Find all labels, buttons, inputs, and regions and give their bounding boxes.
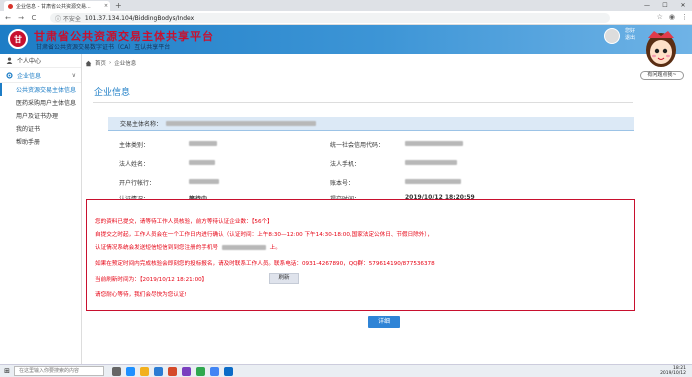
- sidebar-item-my-certificate[interactable]: 我的证书: [0, 122, 81, 135]
- sidebar-section-enterprise[interactable]: 企业信息 ∨: [0, 68, 81, 83]
- browser-tab-bar: 企业信息 - 甘肃省公共资源交易... × + — ☐ ✕: [0, 0, 692, 11]
- type-label: 主体类别：: [119, 142, 150, 149]
- sms-tail: 上。: [269, 245, 281, 251]
- app-icon-3[interactable]: [196, 366, 205, 376]
- user-greeting: 您好: [625, 28, 636, 34]
- tab-close-icon[interactable]: ×: [102, 3, 110, 9]
- bookmark-star-icon[interactable]: ☆: [657, 13, 663, 21]
- file-explorer-icon[interactable]: [140, 366, 149, 376]
- security-indicator[interactable]: ⓘ 不安全: [55, 14, 81, 23]
- os-taskbar: ⊞ 在这里输入你要搜索的内容 18:21 2019/10/12: [0, 364, 692, 377]
- status-message-queue: 您的资料已提交，请等待工作人员核验，前方等待认证企业数：【56个】: [95, 219, 273, 225]
- edge-browser-icon[interactable]: [126, 366, 135, 376]
- status-message-schedule: 自提交之时起，工作人员会在一个工作日内进行确认（认证时间：上午8:30—12:0…: [95, 232, 433, 238]
- help-button[interactable]: 有问题点我~: [640, 71, 684, 80]
- taskbar-search-input[interactable]: 在这里输入你要搜索的内容: [14, 366, 104, 376]
- clock-date: 2019/10/12: [660, 371, 686, 376]
- system-clock[interactable]: 18:21 2019/10/12: [660, 366, 686, 376]
- tab-title: 企业信息 - 甘肃省公共资源交易...: [16, 3, 91, 10]
- account-label: 账本号：: [330, 180, 355, 187]
- maximize-button[interactable]: ☐: [656, 0, 674, 11]
- account-icon[interactable]: ◉: [669, 13, 675, 21]
- sidebar-item-medical-subject[interactable]: 医药采购用户主体信息: [0, 96, 81, 109]
- site-subtitle: 甘肃省公共资源交易数字证书（CA）互认共享平台: [36, 44, 171, 51]
- task-view-icon[interactable]: [112, 366, 121, 376]
- site-header: 甘 甘肃省公共资源交易主体共享平台 甘肃省公共资源交易数字证书（CA）互认共享平…: [0, 25, 692, 54]
- sidebar: 个人中心 企业信息 ∨ 公共资源交易主体信息 医药采购用户主体信息 用户及证书办…: [0, 54, 82, 364]
- site-favicon-icon: [8, 3, 13, 9]
- bank-label: 开户行帐行：: [119, 180, 156, 187]
- app-icon-2[interactable]: [182, 366, 191, 376]
- subject-name-redacted: [166, 121, 317, 126]
- type-value-redacted: [189, 141, 217, 146]
- breadcrumb-home[interactable]: 首页: [95, 59, 106, 67]
- forward-icon[interactable]: →: [17, 14, 25, 22]
- refresh-time-text: 当前刷新时间为：【2019/10/12 18:21:00】: [95, 277, 208, 283]
- user-avatar[interactable]: [604, 28, 620, 44]
- status-message-sms: 认证情况系统会发送短信短信到到您注册的手机号 上。: [95, 243, 281, 251]
- breadcrumb-separator: ›: [109, 60, 112, 66]
- store-icon[interactable]: [154, 366, 163, 376]
- browser-actions: ☆ ◉ ⋮: [657, 13, 688, 21]
- user-menu[interactable]: 您好 退出: [625, 28, 635, 42]
- legal-phone-label: 法人手机：: [330, 161, 361, 168]
- subject-name-label: 交易主体名称：: [120, 121, 163, 128]
- title-divider: [93, 102, 633, 103]
- sidebar-section-label: 企业信息: [17, 72, 42, 80]
- browser-tab[interactable]: 企业信息 - 甘肃省公共资源交易... ×: [4, 1, 110, 11]
- window-controls: — ☐ ✕: [638, 0, 692, 11]
- breadcrumb-current: 企业信息: [114, 61, 137, 67]
- bank-redacted: [189, 179, 219, 184]
- minimize-button[interactable]: —: [638, 0, 656, 11]
- back-icon[interactable]: ←: [4, 14, 12, 22]
- sidebar-item-personal-center[interactable]: 个人中心: [0, 54, 81, 68]
- logout-link[interactable]: 退出: [625, 35, 635, 42]
- chrome-icon[interactable]: [210, 366, 219, 376]
- url-text[interactable]: 101.37.134.104/BiddingBodys/Index: [85, 15, 194, 22]
- app-icon[interactable]: [168, 366, 177, 376]
- close-window-button[interactable]: ✕: [674, 0, 692, 11]
- browser-menu-icon[interactable]: ⋮: [681, 13, 688, 21]
- sms-text: 认证情况系统会发送短信短信到到您注册的手机号: [95, 245, 219, 251]
- address-bar: ← → C ⓘ 不安全 101.37.134.104/BiddingBodys/…: [0, 11, 692, 25]
- page-title: 企业信息: [94, 88, 131, 98]
- mascot-illustration[interactable]: [642, 26, 680, 70]
- subject-name-row: 交易主体名称：: [108, 117, 634, 131]
- sidebar-personal-label: 个人中心: [17, 58, 42, 65]
- certification-status-dialog: 您的资料已提交，请等待工作人员核验，前方等待认证企业数：【56个】 自提交之时起…: [86, 199, 635, 311]
- url-field[interactable]: ⓘ 不安全 101.37.134.104/BiddingBodys/Index: [50, 13, 610, 23]
- chevron-down-icon: ∨: [71, 71, 76, 79]
- status-message-wait: 请您耐心等待，我们会尽快为您认证!: [95, 292, 187, 298]
- new-tab-button[interactable]: +: [115, 1, 122, 10]
- home-icon: [85, 60, 92, 66]
- credit-code-redacted: [405, 141, 463, 146]
- sidebar-item-user-certificate[interactable]: 用户及证书办理: [0, 109, 81, 122]
- user-icon: [6, 57, 13, 64]
- account-redacted: [405, 179, 461, 184]
- app-icon-4[interactable]: [224, 366, 233, 376]
- legal-phone-redacted: [405, 160, 457, 165]
- taskbar-apps: [112, 366, 233, 376]
- site-logo: 甘: [8, 29, 28, 49]
- legal-rep-label: 法人姓名：: [119, 161, 150, 168]
- gear-icon: [6, 71, 13, 79]
- legal-rep-redacted: [189, 160, 215, 165]
- phone-redacted: [221, 245, 266, 250]
- start-button[interactable]: ⊞: [0, 367, 14, 375]
- status-message-contact: 如果在预定时间内完成核验会即刻您的投标报名，请及时联系工作人员。联系电话：093…: [95, 261, 435, 267]
- reload-icon[interactable]: C: [30, 14, 38, 22]
- refresh-button[interactable]: 刷新: [269, 273, 299, 284]
- breadcrumb: 首页 › 企业信息: [85, 57, 136, 69]
- credit-code-label: 统一社会信用代码：: [330, 142, 385, 149]
- detail-button[interactable]: 详细: [368, 316, 400, 328]
- sidebar-item-help-manual[interactable]: 帮助手册: [0, 135, 81, 148]
- sidebar-item-trading-subject[interactable]: 公共资源交易主体信息: [0, 83, 81, 96]
